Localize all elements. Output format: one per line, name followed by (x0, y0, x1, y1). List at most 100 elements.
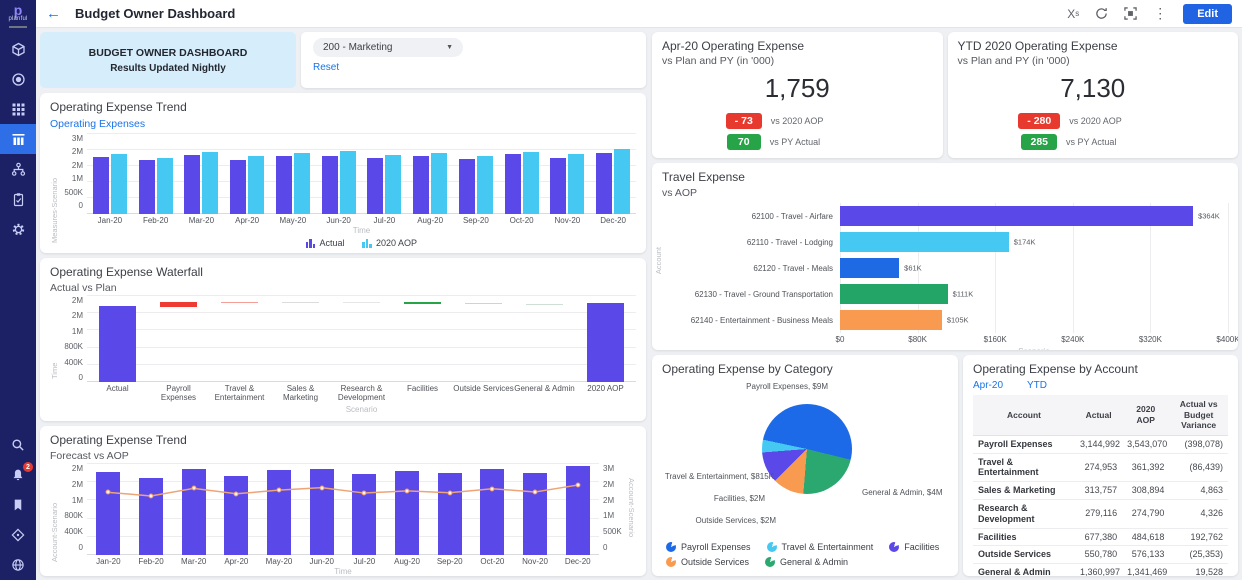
line-point-jun-20[interactable] (319, 485, 324, 490)
bar-2020-aop-sep-20[interactable] (477, 156, 493, 213)
bar-2020-aop-mar-20[interactable] (202, 152, 218, 214)
line-point-oct-20[interactable] (490, 486, 495, 491)
sidebar-item-hierarchy[interactable] (0, 154, 36, 184)
line-point-apr-20[interactable] (234, 491, 239, 496)
badge-label: vs 2020 AOP (1069, 116, 1139, 126)
bar-actual-jul-20[interactable] (367, 158, 383, 214)
bar-actual-aug-20[interactable] (413, 156, 429, 213)
bar-2020-aop-feb-20[interactable] (157, 158, 173, 214)
legend-item-outside-services[interactable]: Outside Services (666, 557, 749, 567)
table-row[interactable]: Outside Services550,780576,133(25,353) (973, 546, 1228, 564)
sidebar-item-apps[interactable] (0, 94, 36, 124)
bar-2020-aop-aug-20[interactable] (431, 153, 447, 214)
waterfall-bar-travel-entertainment[interactable] (221, 302, 258, 303)
waterfall-bar-actual[interactable] (99, 306, 136, 382)
operating-expenses-link[interactable]: Operating Expenses (50, 118, 145, 130)
x-tick-label: Aug-20 (386, 557, 429, 566)
sidebar-item-dashboards[interactable] (0, 124, 36, 154)
refresh-icon[interactable] (1095, 7, 1108, 20)
y-tick: 500K (64, 188, 83, 197)
bar-actual-may-20[interactable] (276, 156, 292, 213)
bar-2020-aop-may-20[interactable] (294, 153, 310, 214)
sidebar-item-settings[interactable] (0, 214, 36, 244)
line-point-jul-20[interactable] (362, 491, 367, 496)
line-point-feb-20[interactable] (149, 493, 154, 498)
table-row[interactable]: Travel & Entertainment274,953361,392(86,… (973, 453, 1228, 482)
reset-link[interactable]: Reset (313, 62, 339, 73)
tab-apr-20[interactable]: Apr-20 (973, 380, 1003, 391)
line-point-mar-20[interactable] (191, 486, 196, 491)
line-point-may-20[interactable] (277, 488, 282, 493)
waterfall-bar-general-admin[interactable] (526, 304, 563, 305)
kpi-ytd-card: YTD 2020 Operating Expense vs Plan and P… (948, 32, 1239, 158)
fullscreen-icon[interactable] (1124, 7, 1137, 20)
tab-ytd[interactable]: YTD (1027, 380, 1047, 391)
back-arrow-icon[interactable]: ← (46, 5, 61, 22)
bar-2020-aop-jul-20[interactable] (385, 155, 401, 214)
waterfall-bar-payroll-expenses[interactable] (160, 302, 197, 307)
legend-item-2020-aop[interactable]: 2020 AOP (362, 238, 417, 248)
bar-group-jul-20 (362, 134, 408, 214)
edit-button[interactable]: Edit (1183, 4, 1232, 24)
bar-62120-travel-meals[interactable] (840, 258, 899, 278)
legend-item-payroll-expenses[interactable]: Payroll Expenses (666, 542, 751, 552)
sidebar-item-tasks[interactable] (0, 184, 36, 214)
bar-actual-nov-20[interactable] (550, 158, 566, 214)
sidebar-item-modeling[interactable] (0, 34, 36, 64)
bar-2020-aop-jan-20[interactable] (111, 154, 127, 214)
legend-item-travel-entertainment[interactable]: Travel & Entertainment (767, 542, 874, 552)
measures-xs-icon[interactable]: Xs (1067, 7, 1079, 21)
line-point-sep-20[interactable] (447, 490, 452, 495)
x-tick-label: Payroll Expenses (148, 384, 209, 404)
bar-actual-jan-20[interactable] (93, 157, 109, 214)
sidebar-item-help[interactable] (0, 550, 36, 580)
cell-general-admin-actual-vs-budget-variance: 19,528 (1169, 564, 1228, 576)
bar-62110-travel-lodging[interactable] (840, 232, 1009, 252)
department-dropdown[interactable]: 200 - Marketing ▼ (313, 38, 463, 57)
waterfall-bar-facilities[interactable] (404, 302, 441, 303)
bar-2020-aop-oct-20[interactable] (523, 152, 539, 214)
line-point-aug-20[interactable] (405, 488, 410, 493)
table-row[interactable]: Facilities677,380484,618192,762 (973, 528, 1228, 546)
bar-62130-travel-ground-transportation[interactable] (840, 284, 948, 304)
sidebar-item-goals[interactable] (0, 64, 36, 94)
legend-item-general-admin[interactable]: General & Admin (765, 557, 848, 567)
sidebar-item-notifications[interactable]: 2 (0, 460, 36, 490)
bar-actual-sep-20[interactable] (459, 159, 475, 214)
line-point-jan-20[interactable] (106, 490, 111, 495)
bar-actual-jun-20[interactable] (322, 156, 338, 214)
bar-actual-apr-20[interactable] (230, 160, 246, 214)
table-row[interactable]: Research & Development279,116274,7904,32… (973, 500, 1228, 529)
line-point-dec-20[interactable] (575, 483, 580, 488)
bar-2020-aop-dec-20[interactable] (614, 149, 630, 213)
table-row[interactable]: General & Admin1,360,9971,341,46919,528 (973, 564, 1228, 576)
y-tick: 400K (64, 358, 83, 367)
bar-actual-mar-20[interactable] (184, 155, 200, 214)
waterfall-bar-outside-services[interactable] (465, 303, 502, 304)
table-row[interactable]: Payroll Expenses3,144,9923,543,070(398,0… (973, 435, 1228, 453)
bar-actual-oct-20[interactable] (505, 154, 521, 213)
kebab-menu-icon[interactable]: ⋮ (1153, 5, 1167, 22)
bar-2020-aop-nov-20[interactable] (568, 154, 584, 213)
pie-label-outside-services: Outside Services, $2M (666, 516, 776, 525)
legend-item-actual[interactable]: Actual (306, 238, 345, 248)
sidebar-item-bookmarks[interactable] (0, 490, 36, 520)
y-tick: 2M (603, 480, 614, 489)
bar-actual-dec-20[interactable] (596, 153, 612, 214)
sidebar-item-search[interactable] (0, 430, 36, 460)
waterfall-bar-2020-aop[interactable] (587, 303, 624, 382)
bar-2020-aop-jun-20[interactable] (340, 151, 356, 214)
table-row[interactable]: Sales & Marketing313,757308,8944,863 (973, 482, 1228, 500)
legend-item-facilities[interactable]: Facilities (889, 542, 939, 552)
bar-actual-feb-20[interactable] (139, 160, 155, 214)
bar-62140-entertainment-business-meals[interactable] (840, 310, 942, 330)
pie-graphic[interactable] (762, 404, 852, 494)
bar-62100-travel-airfare[interactable] (840, 206, 1193, 226)
x-tick-label: Jul-20 (343, 557, 386, 566)
bar-2020-aop-apr-20[interactable] (248, 156, 264, 213)
line-point-nov-20[interactable] (533, 489, 538, 494)
sidebar-item-navigate[interactable] (0, 520, 36, 550)
header-cell-account: Account (973, 395, 1075, 435)
kpi-subtitle: vs Plan and PY (in '000) (958, 55, 1229, 67)
pie-chart: Payroll Expenses, $9MGeneral & Admin, $4… (662, 376, 948, 542)
